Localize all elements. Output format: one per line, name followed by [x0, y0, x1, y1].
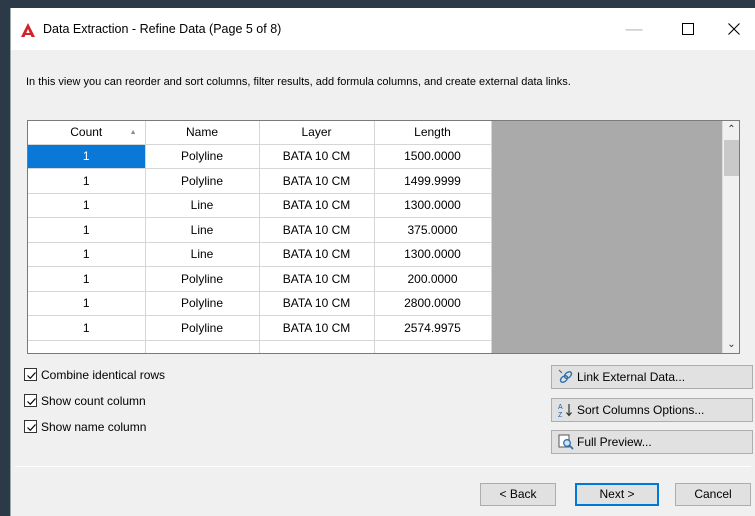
svg-text:A: A [558, 404, 563, 411]
cell-count[interactable]: 1 [28, 193, 146, 218]
svg-text:Z: Z [558, 412, 563, 418]
full-preview-label: Full Preview... [577, 435, 652, 449]
cell-layer[interactable]: BATA 10 CM [259, 144, 375, 169]
maximize-icon [682, 23, 694, 35]
link-icon [558, 369, 573, 383]
preview-magnifier-icon [558, 434, 574, 450]
cell-length[interactable]: 2574.9975 [374, 315, 492, 341]
full-preview-button[interactable]: Full Preview... [551, 430, 753, 454]
cell-layer[interactable]: BATA 10 CM [259, 193, 375, 218]
scroll-up-icon[interactable]: ⌃ [723, 121, 739, 138]
next-button[interactable]: Next > [575, 483, 659, 506]
vertical-scrollbar[interactable]: ⌃ ⌄ [722, 121, 739, 353]
cell-count[interactable] [28, 340, 146, 353]
cell-count[interactable]: 1 [28, 291, 146, 316]
background-window-edge [0, 8, 10, 516]
cell-name[interactable]: Polyline [145, 266, 260, 292]
cell-count[interactable]: 1 [28, 168, 146, 194]
checkbox-checked-icon [24, 394, 37, 407]
table-row[interactable]: 1 Line BATA 10 CM 1300.0000 [28, 242, 492, 267]
sort-az-icon: A Z [558, 404, 572, 418]
close-button[interactable] [714, 14, 754, 44]
link-external-data-label: Link External Data... [577, 370, 686, 384]
maximize-button[interactable] [668, 14, 708, 44]
table-row[interactable] [28, 340, 492, 353]
instructions-text: In this view you can reorder and sort co… [26, 76, 571, 88]
table-row[interactable]: 1 Polyline BATA 10 CM 1500.0000 [28, 144, 492, 169]
window-title: Data Extraction - Refine Data (Page 5 of… [43, 22, 282, 36]
table-row[interactable]: 1 Polyline BATA 10 CM 1499.9999 [28, 168, 492, 194]
cell-length[interactable]: 2800.0000 [374, 291, 492, 316]
cell-name[interactable]: Line [145, 217, 260, 243]
checkbox-label: Combine identical rows [41, 368, 166, 382]
cell-count[interactable]: 1 [28, 217, 146, 243]
cell-length[interactable]: 1300.0000 [374, 242, 492, 267]
cell-length[interactable]: 1300.0000 [374, 193, 492, 218]
cell-name[interactable]: Polyline [145, 144, 260, 169]
table-row[interactable]: 1 Line BATA 10 CM 375.0000 [28, 217, 492, 243]
cell-layer[interactable] [259, 340, 375, 353]
combine-identical-rows-checkbox[interactable]: Combine identical rows [24, 368, 165, 384]
cell-count[interactable]: 1 [28, 242, 146, 267]
cell-count[interactable]: 1 [28, 315, 146, 341]
cell-layer[interactable]: BATA 10 CM [259, 168, 375, 194]
sort-ascending-icon: ▲ [129, 129, 137, 136]
title-bar: Data Extraction - Refine Data (Page 5 of… [11, 8, 755, 50]
table-row[interactable]: 1 Polyline BATA 10 CM 2574.9975 [28, 315, 492, 341]
table-row[interactable]: 1 Polyline BATA 10 CM 2800.0000 [28, 291, 492, 316]
column-header-length[interactable]: Length [374, 121, 492, 145]
cell-layer[interactable]: BATA 10 CM [259, 217, 375, 243]
cell-length[interactable]: 1499.9999 [374, 168, 492, 194]
autocad-logo-icon [21, 23, 35, 37]
data-grid[interactable]: Count ▲ Name Layer Length 1 Polyline BATA… [27, 120, 740, 354]
cell-name[interactable] [145, 340, 260, 353]
scroll-down-icon[interactable]: ⌄ [723, 336, 739, 353]
data-extraction-dialog: Data Extraction - Refine Data (Page 5 of… [10, 8, 755, 516]
cell-count[interactable]: 1 [28, 266, 146, 292]
cell-name[interactable]: Polyline [145, 168, 260, 194]
cell-name[interactable]: Polyline [145, 315, 260, 341]
back-button[interactable]: < Back [480, 483, 556, 506]
cell-layer[interactable]: BATA 10 CM [259, 266, 375, 292]
checkbox-label: Show count column [41, 394, 146, 408]
cell-layer[interactable]: BATA 10 CM [259, 315, 375, 341]
link-external-data-button[interactable]: Link External Data... [551, 365, 753, 389]
sort-columns-options-label: Sort Columns Options... [577, 403, 705, 417]
table-row[interactable]: 1 Line BATA 10 CM 1300.0000 [28, 193, 492, 218]
checkbox-checked-icon [24, 420, 37, 433]
cell-length[interactable]: 200.0000 [374, 266, 492, 292]
column-header-count[interactable]: Count ▲ [28, 121, 146, 145]
sort-columns-options-button[interactable]: A Z Sort Columns Options... [551, 398, 753, 422]
cell-count[interactable]: 1 [28, 144, 146, 169]
cell-layer[interactable]: BATA 10 CM [259, 242, 375, 267]
cell-name[interactable]: Line [145, 242, 260, 267]
footer-divider [15, 466, 751, 467]
checkbox-label: Show name column [41, 420, 147, 434]
data-table: Count ▲ Name Layer Length 1 Polyline BATA… [28, 121, 492, 353]
background-window-strip [0, 0, 755, 8]
table-row[interactable]: 1 Polyline BATA 10 CM 200.0000 [28, 266, 492, 292]
column-header-layer[interactable]: Layer [259, 121, 375, 145]
cell-length[interactable] [374, 340, 492, 353]
minimize-button[interactable]: — [614, 14, 654, 44]
cell-name[interactable]: Line [145, 193, 260, 218]
cell-layer[interactable]: BATA 10 CM [259, 291, 375, 316]
column-header-name[interactable]: Name [145, 121, 260, 145]
cell-length[interactable]: 375.0000 [374, 217, 492, 243]
minimize-icon: — [625, 19, 643, 38]
cell-name[interactable]: Polyline [145, 291, 260, 316]
show-count-column-checkbox[interactable]: Show count column [24, 394, 146, 410]
checkbox-checked-icon [24, 368, 37, 381]
scrollbar-thumb[interactable] [724, 140, 739, 176]
cancel-button[interactable]: Cancel [675, 483, 751, 506]
cell-length[interactable]: 1500.0000 [374, 144, 492, 169]
show-name-column-checkbox[interactable]: Show name column [24, 420, 146, 436]
close-icon [728, 23, 740, 35]
header-row: Count ▲ Name Layer Length [28, 121, 492, 145]
